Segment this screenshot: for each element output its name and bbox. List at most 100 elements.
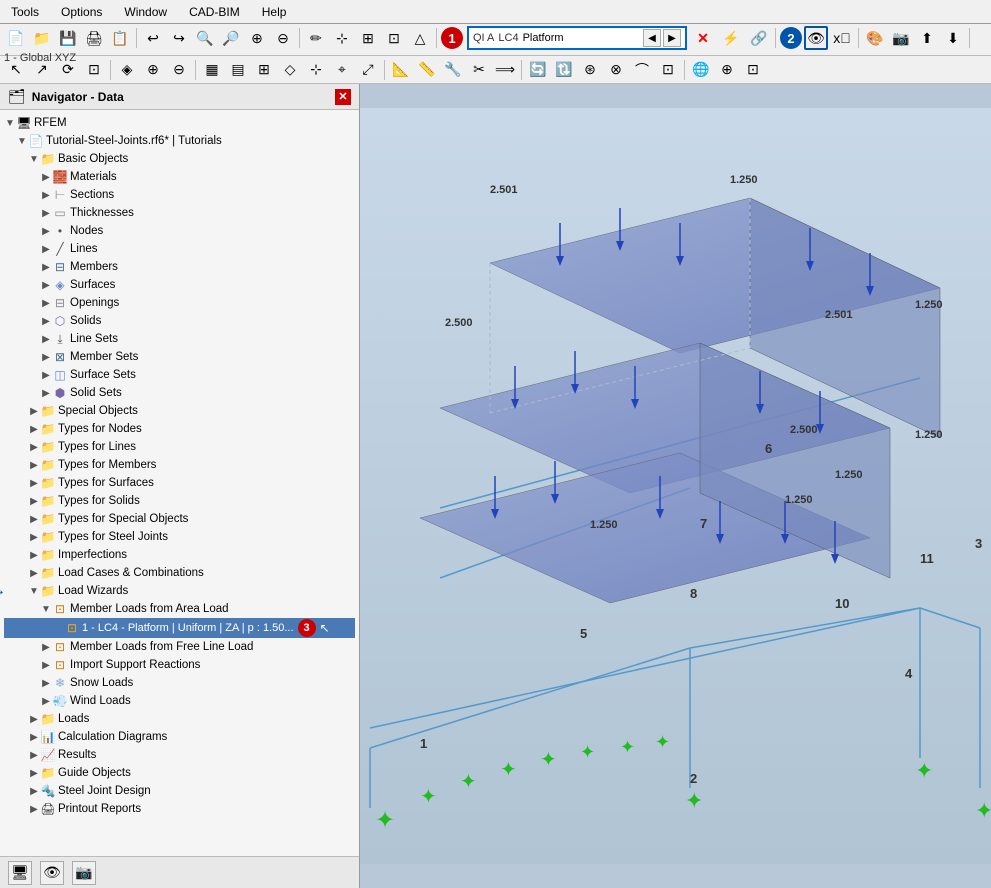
tree-loadcases[interactable]: ▶ 📁 Load Cases & Combinations: [4, 564, 355, 582]
menu-help[interactable]: Help: [259, 4, 290, 20]
lc-btn2[interactable]: 🔗: [747, 26, 771, 50]
nav-camera-btn[interactable]: 📷: [72, 861, 96, 885]
solids-toggle[interactable]: ▶: [40, 315, 52, 327]
tb-btn-12[interactable]: ✏: [304, 26, 328, 50]
tree-steeljoint[interactable]: ▶ 🔩 Steel Joint Design: [4, 782, 355, 800]
tb2-btn14[interactable]: ⤢: [356, 58, 380, 82]
tb-btn-view2[interactable]: x⃞: [830, 26, 854, 50]
tb-btn-7[interactable]: ↪: [167, 26, 191, 50]
loads-toggle[interactable]: ▶: [28, 713, 40, 725]
typessteel-toggle[interactable]: ▶: [28, 531, 40, 543]
tree-guideobjects[interactable]: ▶ 📁 Guide Objects: [4, 764, 355, 782]
typesmembers-toggle[interactable]: ▶: [28, 459, 40, 471]
lines-toggle[interactable]: ▶: [40, 243, 52, 255]
menu-cadbim[interactable]: CAD-BIM: [186, 4, 243, 20]
tb-btn-10[interactable]: ⊕: [245, 26, 269, 50]
loadcases-toggle[interactable]: ▶: [28, 567, 40, 579]
tree-memberloadsline[interactable]: ▶ ⊡ Member Loads from Free Line Load: [4, 638, 355, 656]
menu-tools[interactable]: Tools: [8, 4, 42, 20]
tree-typeslines[interactable]: ▶ 📁 Types for Lines: [4, 438, 355, 456]
tb2-btn20[interactable]: 🔄: [526, 58, 550, 82]
windloads-toggle[interactable]: ▶: [40, 695, 52, 707]
linesets-toggle[interactable]: ▶: [40, 333, 52, 345]
rfem-toggle[interactable]: ▼: [4, 117, 16, 129]
tb-btn-render[interactable]: 🎨: [863, 26, 887, 50]
tb2-btn2[interactable]: ↗: [30, 58, 54, 82]
menu-window[interactable]: Window: [121, 4, 170, 20]
membersets-toggle[interactable]: ▶: [40, 351, 52, 363]
tb2-btn3[interactable]: ⟳: [56, 58, 80, 82]
tb2-btn9[interactable]: ▤: [226, 58, 250, 82]
nav-eye-btn[interactable]: 👁: [40, 861, 64, 885]
tb2-btn6[interactable]: ⊕: [141, 58, 165, 82]
tree-members[interactable]: ▶ ⊟ Members: [4, 258, 355, 276]
loadwizards-toggle[interactable]: ▼: [28, 585, 40, 597]
tb2-btn26[interactable]: 🌐: [689, 58, 713, 82]
tb2-btn19[interactable]: ⟹: [493, 58, 517, 82]
importsupport-toggle[interactable]: ▶: [40, 659, 52, 671]
snowloads-toggle[interactable]: ▶: [40, 677, 52, 689]
file-toggle[interactable]: ▼: [16, 135, 28, 147]
tb2-btn11[interactable]: ◇: [278, 58, 302, 82]
members-toggle[interactable]: ▶: [40, 261, 52, 273]
menu-options[interactable]: Options: [58, 4, 105, 20]
tb-btn-13[interactable]: ⊹: [330, 26, 354, 50]
tb-btn-9[interactable]: 🔎: [219, 26, 243, 50]
tb-btn-16[interactable]: △: [408, 26, 432, 50]
lc-close[interactable]: ✕: [691, 26, 715, 50]
tb-btn-view1[interactable]: 👁: [804, 26, 828, 50]
tree-typessolids[interactable]: ▶ 📁 Types for Solids: [4, 492, 355, 510]
nav-close-button[interactable]: ✕: [335, 89, 351, 105]
tree-lc4platform[interactable]: ⊡ 1 - LC4 - Platform | Uniform | ZA | p …: [4, 618, 355, 638]
memberloadsline-toggle[interactable]: ▶: [40, 641, 52, 653]
tree-typesnodes[interactable]: ▶ 📁 Types for Nodes: [4, 420, 355, 438]
tree-typessurfaces[interactable]: ▶ 📁 Types for Surfaces: [4, 474, 355, 492]
tb2-btn8[interactable]: ▦: [200, 58, 224, 82]
tree-memberloadsarea[interactable]: ▼ ⊡ Member Loads from Area Load: [4, 600, 355, 618]
new-button[interactable]: 📄: [4, 26, 28, 50]
tb-btn-export2[interactable]: ⬇: [941, 26, 965, 50]
tree-typesspecial[interactable]: ▶ 📁 Types for Special Objects: [4, 510, 355, 528]
tb2-btn28[interactable]: ⊡: [741, 58, 765, 82]
openings-toggle[interactable]: ▶: [40, 297, 52, 309]
tb2-btn5[interactable]: ◈: [115, 58, 139, 82]
open-button[interactable]: 📁: [30, 26, 54, 50]
tree-linesets[interactable]: ▶ ⤓ Line Sets: [4, 330, 355, 348]
tb-btn-camera[interactable]: 📷: [889, 26, 913, 50]
tb-btn-4[interactable]: 🖨: [82, 26, 106, 50]
typesspecial-toggle[interactable]: ▶: [28, 513, 40, 525]
tb-btn-6[interactable]: ↩: [141, 26, 165, 50]
tree-importsupport[interactable]: ▶ ⊡ Import Support Reactions: [4, 656, 355, 674]
tb2-btn21[interactable]: 🔃: [552, 58, 576, 82]
surfacesets-toggle[interactable]: ▶: [40, 369, 52, 381]
basic-toggle[interactable]: ▼: [28, 153, 40, 165]
lc-btn1[interactable]: ⚡: [719, 26, 743, 50]
surfaces-toggle[interactable]: ▶: [40, 279, 52, 291]
viewport[interactable]: ✦ ✦ ✦ ✦ ✦ ✦ ✦ ✦ ✦ ✦ ✦ 2.501 1.250 2.500 …: [360, 84, 991, 888]
tree-sections[interactable]: ▶ ⊢ Sections: [4, 186, 355, 204]
sections-toggle[interactable]: ▶: [40, 189, 52, 201]
tree-loads[interactable]: ▶ 📁 Loads: [4, 710, 355, 728]
tree-loadwizards[interactable]: → ▼ 📁 Load Wizards: [4, 582, 355, 600]
tree-typesmembers[interactable]: ▶ 📁 Types for Members: [4, 456, 355, 474]
tree-basic[interactable]: ▼ 📁 Basic Objects: [4, 150, 355, 168]
thicknesses-toggle[interactable]: ▶: [40, 207, 52, 219]
tree-windloads[interactable]: ▶ 💨 Wind Loads: [4, 692, 355, 710]
tree-openings[interactable]: ▶ ⊟ Openings: [4, 294, 355, 312]
tree-surfacesets[interactable]: ▶ ◫ Surface Sets: [4, 366, 355, 384]
tb2-btn15[interactable]: 📐: [389, 58, 413, 82]
calcdiagrams-toggle[interactable]: ▶: [28, 731, 40, 743]
memberloadsarea-toggle[interactable]: ▼: [40, 603, 52, 615]
tree-surfaces[interactable]: ▶ ◈ Surfaces: [4, 276, 355, 294]
tb2-btn24[interactable]: ⌒: [630, 58, 654, 82]
tb-btn-8[interactable]: 🔍: [193, 26, 217, 50]
tree-results[interactable]: ▶ 📈 Results: [4, 746, 355, 764]
save-button[interactable]: 💾: [56, 26, 80, 50]
tree-special[interactable]: ▶ 📁 Special Objects: [4, 402, 355, 420]
tb2-btn17[interactable]: 🔧: [441, 58, 465, 82]
tree-membersets[interactable]: ▶ ⊠ Member Sets: [4, 348, 355, 366]
tb-btn-5[interactable]: 📋: [108, 26, 132, 50]
tb2-btn7[interactable]: ⊖: [167, 58, 191, 82]
tree-typessteel[interactable]: ▶ 📁 Types for Steel Joints: [4, 528, 355, 546]
tb2-btn23[interactable]: ⊗: [604, 58, 628, 82]
